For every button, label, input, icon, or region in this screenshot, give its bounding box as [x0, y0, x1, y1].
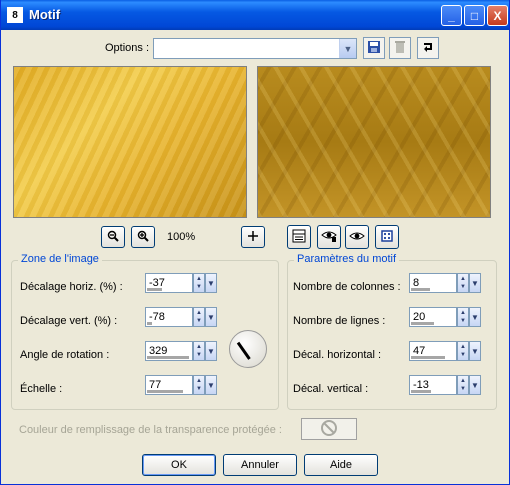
scale-label: Échelle : [20, 383, 63, 395]
chevron-down-icon[interactable]: ▼ [339, 39, 356, 58]
rotation-angle-input[interactable]: 329 [145, 341, 193, 361]
spin-updown-icon[interactable]: ▲ ▼ [193, 375, 205, 395]
horiz-offset-input[interactable]: -37 [145, 273, 193, 293]
rows-label: Nombre de lignes : [293, 315, 386, 327]
chevron-down-icon[interactable]: ▼ [469, 375, 481, 395]
rows-input[interactable]: 20 [409, 307, 457, 327]
horizontal-offset-spinner[interactable]: 47 ▲ ▼ ▼ [409, 341, 481, 363]
columns-label: Nombre de colonnes : [293, 281, 401, 293]
columns-spinner[interactable]: 8 ▲ ▼ ▼ [409, 273, 481, 295]
rotation-angle-spinner[interactable]: 329 ▲ ▼ ▼ [145, 341, 217, 363]
horiz-offset-spinner[interactable]: -37 ▲ ▼ ▼ [145, 273, 217, 295]
vert-offset-input[interactable]: -78 [145, 307, 193, 327]
close-button[interactable]: X [487, 5, 508, 26]
maximize-button[interactable]: □ [464, 5, 485, 26]
scale-input[interactable]: 77 [145, 375, 193, 395]
horizontal-offset-input[interactable]: 47 [409, 341, 457, 361]
fill-color-label: Couleur de remplissage de la transparenc… [19, 424, 282, 436]
trash-icon [394, 40, 406, 57]
vertical-offset-label: Décal. vertical : [293, 383, 369, 395]
pan-icon [247, 230, 259, 245]
spin-updown-icon[interactable]: ▲ ▼ [193, 307, 205, 327]
options-label: Options : [105, 42, 150, 54]
spin-updown-icon[interactable]: ▲ ▼ [457, 307, 469, 327]
randomize-button[interactable] [375, 225, 399, 249]
chevron-down-icon[interactable]: ▼ [469, 341, 481, 361]
list-view-button[interactable] [287, 225, 311, 249]
scale-spinner[interactable]: 77 ▲ ▼ ▼ [145, 375, 217, 397]
rows-spinner[interactable]: 20 ▲ ▼ ▼ [409, 307, 481, 329]
source-preview[interactable] [13, 66, 247, 218]
motif-params-legend: Paramètres du motif [294, 253, 400, 265]
delete-preset-button[interactable] [389, 37, 411, 59]
chevron-down-icon[interactable]: ▼ [205, 307, 217, 327]
spin-updown-icon[interactable]: ▲ ▼ [457, 273, 469, 293]
vert-offset-label: Décalage vert. (%) : [20, 315, 118, 327]
zoom-out-icon [107, 230, 119, 245]
result-preview [257, 66, 491, 218]
horizontal-offset-label: Décal. horizontal : [293, 349, 382, 361]
spin-updown-icon[interactable]: ▲ ▼ [193, 341, 205, 361]
spin-updown-icon[interactable]: ▲ ▼ [457, 375, 469, 395]
minimize-button[interactable]: _ [441, 5, 462, 26]
chevron-down-icon[interactable]: ▼ [205, 375, 217, 395]
save-icon [367, 40, 381, 57]
list-view-icon [292, 229, 306, 246]
zoom-out-button[interactable] [101, 226, 125, 248]
image-zone-legend: Zone de l'image [18, 253, 102, 265]
eye-icon [349, 230, 365, 245]
reset-button[interactable] [417, 37, 439, 59]
vert-offset-spinner[interactable]: -78 ▲ ▼ ▼ [145, 307, 217, 329]
dial-needle-icon [236, 341, 251, 360]
rotation-angle-label: Angle de rotation : [20, 349, 110, 361]
chevron-down-icon[interactable]: ▼ [205, 341, 217, 361]
fill-color-swatch[interactable] [301, 418, 357, 440]
chevron-down-icon[interactable]: ▼ [469, 307, 481, 327]
rotation-dial[interactable] [229, 330, 267, 368]
eye-dropper-button[interactable] [317, 225, 341, 249]
zoom-in-icon [137, 230, 149, 245]
zoom-in-button[interactable] [131, 226, 155, 248]
vertical-offset-spinner[interactable]: -13 ▲ ▼ ▼ [409, 375, 481, 397]
horiz-offset-label: Décalage horiz. (%) : [20, 281, 123, 293]
ok-button[interactable]: OK [142, 454, 216, 476]
chevron-down-icon[interactable]: ▼ [469, 273, 481, 293]
save-preset-button[interactable] [363, 37, 385, 59]
app-icon: 8 [7, 7, 23, 23]
motif-dialog: 8 Motif _ □ X Options : ▼ 100% Zone de l… [0, 0, 510, 485]
chevron-down-icon[interactable]: ▼ [205, 273, 217, 293]
window-title: Motif [29, 7, 61, 22]
pan-button[interactable] [241, 226, 265, 248]
eye-button[interactable] [345, 225, 369, 249]
columns-input[interactable]: 8 [409, 273, 457, 293]
reset-icon [421, 40, 435, 57]
vertical-offset-input[interactable]: -13 [409, 375, 457, 395]
options-dropdown[interactable]: ▼ [153, 38, 357, 59]
spin-updown-icon[interactable]: ▲ ▼ [193, 273, 205, 293]
title-bar[interactable]: 8 Motif _ □ X [1, 0, 509, 30]
help-button[interactable]: Aide [304, 454, 378, 476]
eye-dropper-icon [321, 229, 337, 246]
spin-updown-icon[interactable]: ▲ ▼ [457, 341, 469, 361]
no-color-icon [320, 419, 338, 440]
cancel-button[interactable]: Annuler [223, 454, 297, 476]
dice-icon [380, 229, 394, 246]
zoom-level: 100% [167, 231, 196, 243]
